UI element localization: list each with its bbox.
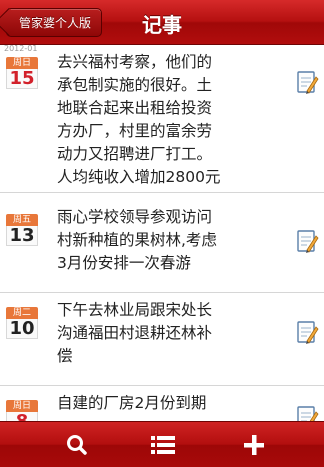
entry-line: 雨心学校领导参观访问 bbox=[57, 208, 213, 226]
list-item[interactable]: 2012-01 周日 15 去兴福村考察，他们的 承包制实施的很好。土 地联合起… bbox=[0, 45, 324, 193]
page-title: 记事 bbox=[142, 13, 182, 37]
navigation-bar: 管家婆个人版 记事 bbox=[0, 0, 324, 45]
list-item[interactable]: 周二 10 下午去林业局跟宋处长 沟通福田村退耕还林补 偿 bbox=[0, 293, 324, 386]
list-icon[interactable] bbox=[141, 430, 185, 460]
add-icon[interactable] bbox=[232, 430, 276, 460]
entry-line: 自建的厂房2月份到期 bbox=[57, 394, 207, 412]
bottom-toolbar bbox=[0, 421, 324, 467]
entry-year: 2012-01 bbox=[4, 45, 38, 53]
edit-note-icon[interactable] bbox=[297, 321, 319, 345]
entry-line: 方办厂，村里的富余劳 bbox=[57, 122, 213, 140]
edit-note-icon[interactable] bbox=[297, 230, 319, 254]
entry-line: 动力又招聘进厂打工。 bbox=[57, 145, 213, 163]
entry-line: 村新种植的果树林,考虑 bbox=[57, 231, 217, 249]
entry-line: 承包制实施的很好。土 bbox=[57, 76, 213, 94]
entry-day: 8 bbox=[6, 412, 38, 421]
entry-line: 地联合起来出租给投资 bbox=[57, 99, 213, 117]
entry-line: 人均纯收入增加2800元 bbox=[57, 168, 221, 186]
list-item[interactable]: 周日 8 自建的厂房2月份到期 bbox=[0, 386, 324, 421]
edit-note-icon[interactable] bbox=[297, 406, 319, 421]
entry-day: 15 bbox=[6, 69, 38, 89]
entry-line: 下午去林业局跟宋处长 bbox=[57, 301, 213, 319]
entry-text: 去兴福村考察，他们的 承包制实施的很好。土 地联合起来出租给投资 方办厂，村里的… bbox=[57, 51, 247, 189]
entry-line: 去兴福村考察，他们的 bbox=[57, 53, 213, 71]
list-item[interactable]: 周五 13 雨心学校领导参观访问 村新种植的果树林,考虑 3月份安排一次春游 bbox=[0, 193, 324, 293]
notes-list[interactable]: 2012-01 周日 15 去兴福村考察，他们的 承包制实施的很好。土 地联合起… bbox=[0, 45, 324, 421]
entry-text: 自建的厂房2月份到期 bbox=[57, 392, 247, 415]
edit-note-icon[interactable] bbox=[297, 71, 319, 95]
entry-line: 偿 bbox=[57, 347, 73, 365]
entry-text: 雨心学校领导参观访问 村新种植的果树林,考虑 3月份安排一次春游 bbox=[57, 206, 247, 275]
entry-line: 沟通福田村退耕还林补 bbox=[57, 324, 213, 342]
search-icon[interactable] bbox=[55, 430, 99, 460]
entry-day: 10 bbox=[6, 319, 38, 339]
entry-text: 下午去林业局跟宋处长 沟通福田村退耕还林补 偿 bbox=[57, 299, 247, 368]
entry-day: 13 bbox=[6, 226, 38, 246]
entry-line: 3月份安排一次春游 bbox=[57, 254, 191, 272]
